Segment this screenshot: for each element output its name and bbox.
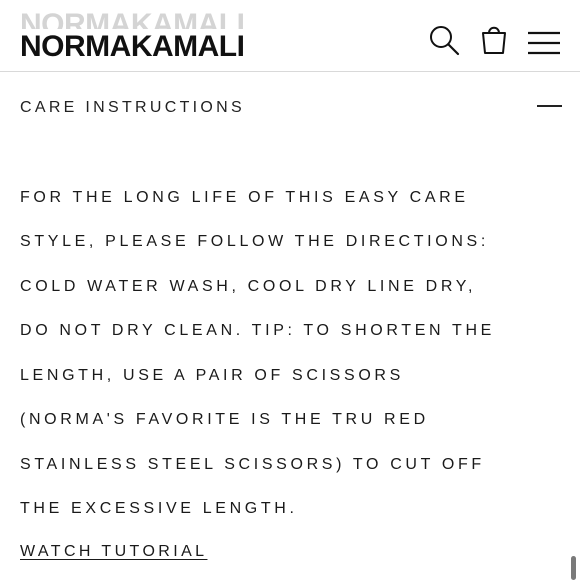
watch-tutorial-link[interactable]: WATCH TUTORIAL [20, 542, 207, 562]
care-text-line: THE EXCESSIVE LENGTH. [20, 500, 298, 517]
care-text-line: COLD WATER WASH, COOL DRY LINE DRY, [20, 278, 477, 295]
shopping-bag-icon[interactable] [478, 24, 510, 56]
brand-logo-link[interactable]: NORMAKAMALI NORMAKAMALI [20, 10, 290, 65]
section-title: CARE INSTRUCTIONS [20, 99, 245, 116]
scrollbar-thumb[interactable] [571, 556, 576, 580]
care-text-line: FOR THE LONG LIFE OF THIS EASY CARE [20, 189, 469, 206]
site-header: NORMAKAMALI NORMAKAMALI [0, 0, 580, 72]
hamburger-menu-icon[interactable] [527, 24, 561, 56]
brand-logo: NORMAKAMALI [20, 30, 245, 63]
care-text-line: STAINLESS STEEL SCISSORS) TO CUT OFF [20, 456, 485, 473]
search-icon[interactable] [428, 24, 460, 56]
care-instructions-toggle[interactable]: CARE INSTRUCTIONS [0, 72, 580, 142]
care-text-line: DO NOT DRY CLEAN. TIP: TO SHORTEN THE [20, 322, 495, 339]
minus-icon[interactable] [537, 105, 562, 107]
logo-ghost-image: NORMAKAMALI [20, 10, 245, 29]
care-text-line: (NORMA'S FAVORITE IS THE TRU RED [20, 411, 429, 428]
care-text-line: STYLE, PLEASE FOLLOW THE DIRECTIONS: [20, 233, 489, 250]
care-text-line: LENGTH, USE A PAIR OF SCISSORS [20, 367, 404, 384]
